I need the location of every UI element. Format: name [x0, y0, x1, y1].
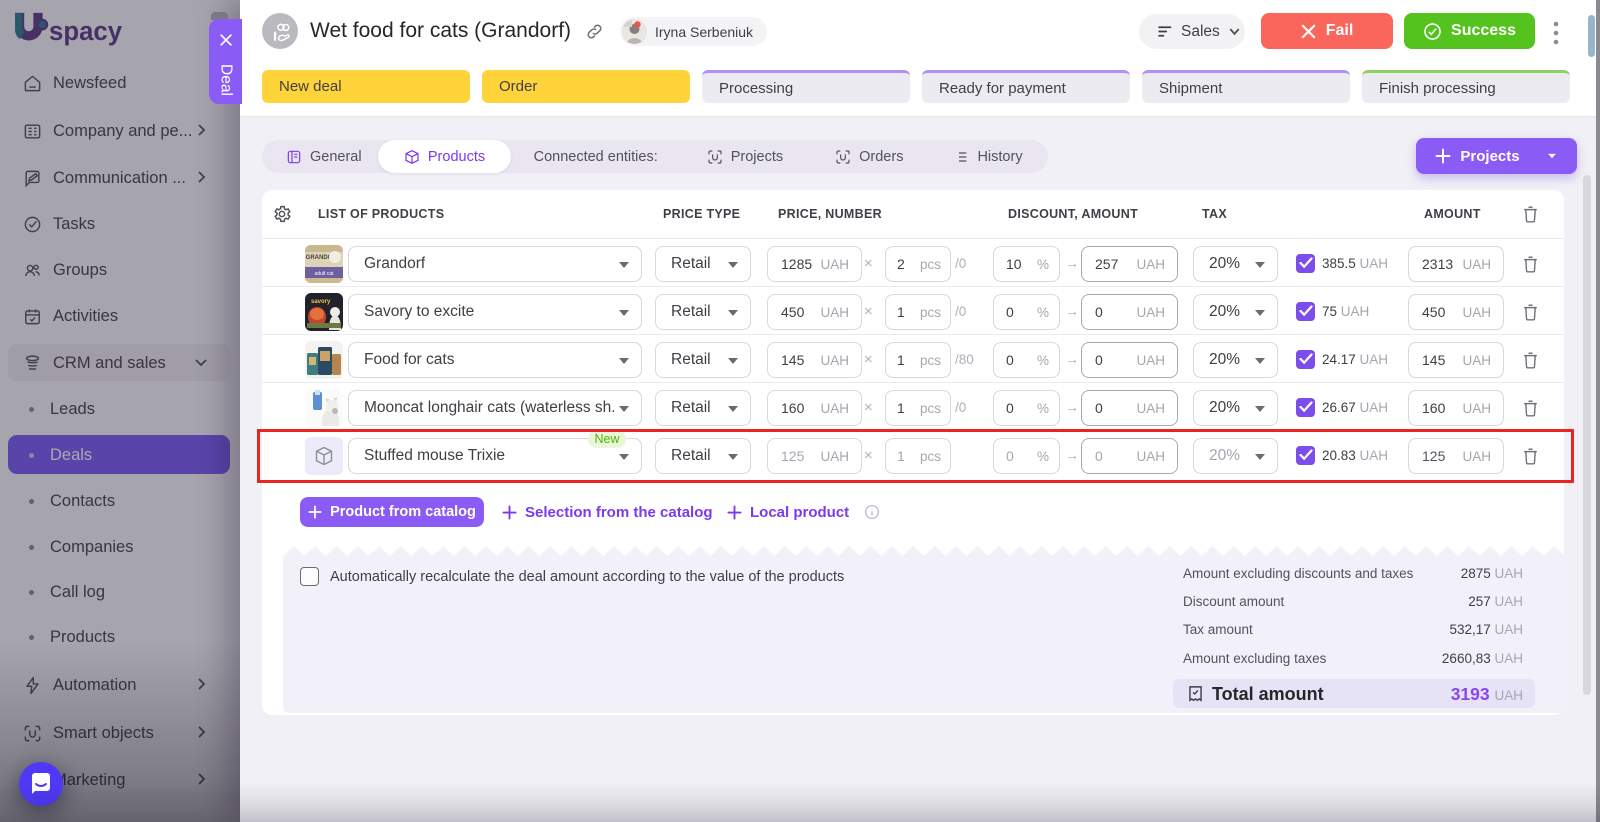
svg-text:savory: savory — [311, 299, 331, 305]
svg-text:adult cat: adult cat — [315, 271, 335, 277]
